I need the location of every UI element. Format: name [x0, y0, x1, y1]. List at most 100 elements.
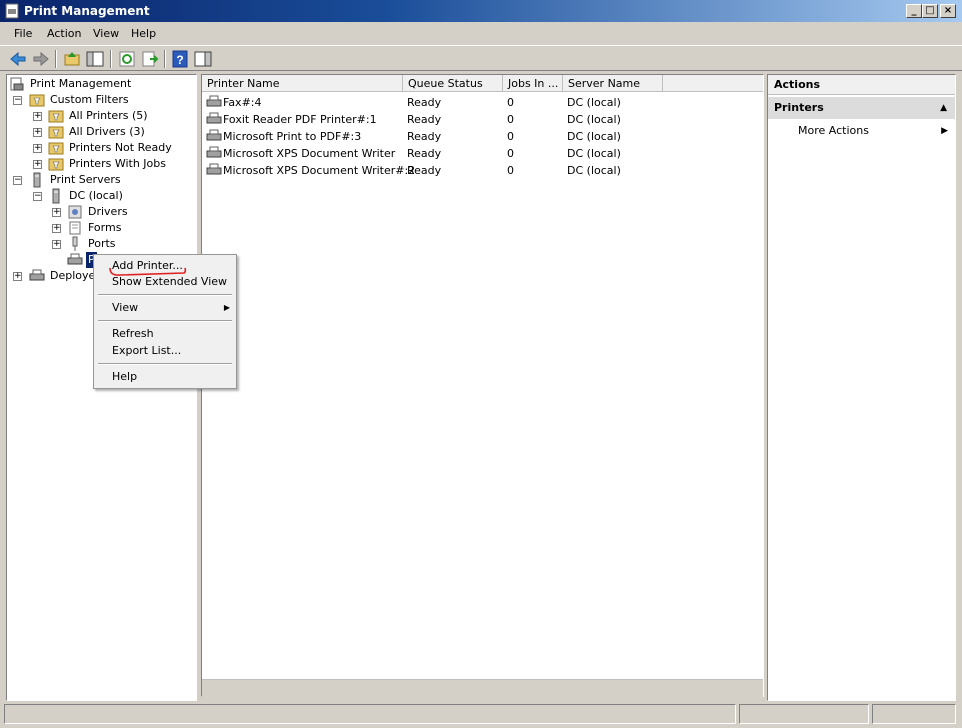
- printer-icon: [206, 163, 222, 175]
- server-icon: [33, 172, 41, 188]
- expand-toggle[interactable]: +: [33, 112, 42, 121]
- printer-list[interactable]: Printer Name Queue Status Jobs In ... Se…: [201, 74, 764, 697]
- menu-view[interactable]: View ▶: [112, 300, 230, 316]
- filter-icon: [48, 158, 64, 171]
- table-cell: Ready: [407, 164, 442, 177]
- column-jobs-in-queue[interactable]: Jobs In ...: [503, 75, 563, 92]
- help-icon[interactable]: ?: [170, 49, 190, 69]
- actions-section-printers[interactable]: Printers ▲: [768, 97, 955, 119]
- column-printer-name[interactable]: Printer Name: [202, 75, 403, 92]
- menu-separator: [98, 320, 232, 322]
- menu-refresh[interactable]: Refresh: [112, 326, 154, 342]
- window-title: Print Management: [24, 4, 150, 18]
- printer-icon: [206, 95, 222, 107]
- close-button[interactable]: ×: [940, 4, 956, 18]
- menu-export-list[interactable]: Export List...: [112, 343, 181, 359]
- tree-label: Ports: [88, 237, 116, 250]
- column-server-name[interactable]: Server Name: [563, 75, 663, 92]
- minimize-button[interactable]: _: [906, 4, 922, 18]
- tree-label: Print Management: [30, 77, 132, 90]
- more-actions-item[interactable]: More Actions ▶: [798, 123, 948, 139]
- export-list-icon[interactable]: [140, 49, 160, 69]
- table-cell: DC (local): [567, 147, 621, 160]
- table-cell: DC (local): [567, 130, 621, 143]
- collapse-toggle[interactable]: −: [13, 96, 22, 105]
- printer-icon: [67, 253, 83, 265]
- table-cell: Ready: [407, 130, 442, 143]
- forward-arrow-icon[interactable]: [31, 49, 51, 69]
- deployed-printer-icon: [29, 269, 45, 281]
- collapse-toggle[interactable]: −: [13, 176, 22, 185]
- table-cell: Ready: [407, 96, 442, 109]
- tree-label: All Printers (5): [69, 109, 148, 122]
- tree-label: Printers With Jobs: [69, 157, 166, 170]
- expand-toggle[interactable]: +: [13, 272, 22, 281]
- menu-view[interactable]: View: [93, 27, 119, 40]
- printer-icon: [206, 112, 222, 124]
- actions-header: Actions: [768, 75, 955, 95]
- table-cell: Foxit Reader PDF Printer#:1: [223, 113, 377, 126]
- collapse-up-icon[interactable]: ▲: [940, 97, 947, 119]
- tree-label: All Drivers (3): [69, 125, 145, 138]
- table-row[interactable]: Microsoft XPS Document Writer#:2 Ready 0 DC…: [202, 162, 763, 179]
- menu-action[interactable]: Action: [47, 27, 81, 40]
- show-hide-console-tree-icon[interactable]: [85, 49, 105, 69]
- back-arrow-icon[interactable]: [8, 49, 28, 69]
- table-row[interactable]: Microsoft XPS Document Writer Ready 0 DC (l…: [202, 145, 763, 162]
- table-row[interactable]: Fax#:4 Ready 0 DC (local): [202, 94, 763, 111]
- expand-toggle[interactable]: +: [33, 128, 42, 137]
- filter-icon: [48, 142, 64, 155]
- maximize-button[interactable]: □: [922, 4, 938, 18]
- up-folder-icon[interactable]: [62, 49, 82, 69]
- table-cell: Microsoft XPS Document Writer#:2: [223, 164, 416, 177]
- port-plug-icon: [72, 236, 78, 251]
- column-queue-status[interactable]: Queue Status: [403, 75, 503, 92]
- collapse-toggle[interactable]: −: [33, 192, 42, 201]
- section-title: Printers: [774, 101, 824, 114]
- menu-help[interactable]: Help: [131, 27, 156, 40]
- refresh-icon[interactable]: [117, 49, 137, 69]
- printer-icon: [206, 146, 222, 158]
- filter-icon: [48, 110, 64, 123]
- horizontal-scrollbar[interactable]: [202, 679, 763, 697]
- title-bar: Print Management _ □ ×: [0, 0, 962, 22]
- table-cell: 0: [507, 96, 514, 109]
- table-row[interactable]: Microsoft Print to PDF#:3 Ready 0 DC (local…: [202, 128, 763, 145]
- menu-help[interactable]: Help: [112, 369, 137, 385]
- filter-folder-icon: [29, 94, 45, 107]
- expand-toggle[interactable]: +: [33, 160, 42, 169]
- table-row[interactable]: Foxit Reader PDF Printer#:1 Ready 0 DC (loc…: [202, 111, 763, 128]
- menu-show-extended-view[interactable]: Show Extended View: [112, 274, 227, 290]
- table-cell: DC (local): [567, 164, 621, 177]
- tree-label: Print Servers: [50, 173, 121, 186]
- submenu-arrow-icon: ▶: [941, 126, 948, 136]
- menu-separator: [98, 294, 232, 296]
- actions-pane: Actions Printers ▲ More Actions ▶: [767, 74, 956, 701]
- status-panel: [739, 704, 869, 724]
- table-cell: DC (local): [567, 96, 621, 109]
- expand-toggle[interactable]: +: [52, 224, 61, 233]
- table-cell: 0: [507, 130, 514, 143]
- show-hide-action-pane-icon[interactable]: [193, 49, 213, 69]
- table-cell: Ready: [407, 147, 442, 160]
- status-panel: [872, 704, 956, 724]
- status-panel: [4, 704, 736, 724]
- submenu-arrow-icon: ▶: [223, 303, 230, 312]
- tree-label: Custom Filters: [50, 93, 129, 106]
- toolbar: ?: [0, 45, 962, 71]
- menu-view-label: View: [112, 301, 139, 314]
- server-icon: [52, 188, 60, 204]
- print-management-icon: [10, 77, 24, 91]
- status-bar: [0, 703, 962, 728]
- menu-separator: [98, 363, 232, 365]
- column-filler: [663, 75, 763, 92]
- expand-toggle[interactable]: +: [33, 144, 42, 153]
- more-actions-label: More Actions: [798, 124, 869, 137]
- table-cell: Microsoft Print to PDF#:3: [223, 130, 362, 143]
- menu-file[interactable]: File: [14, 27, 32, 40]
- table-cell: 0: [507, 164, 514, 177]
- expand-toggle[interactable]: +: [52, 208, 61, 217]
- table-cell: 0: [507, 113, 514, 126]
- expand-toggle[interactable]: +: [52, 240, 61, 249]
- table-cell: DC (local): [567, 113, 621, 126]
